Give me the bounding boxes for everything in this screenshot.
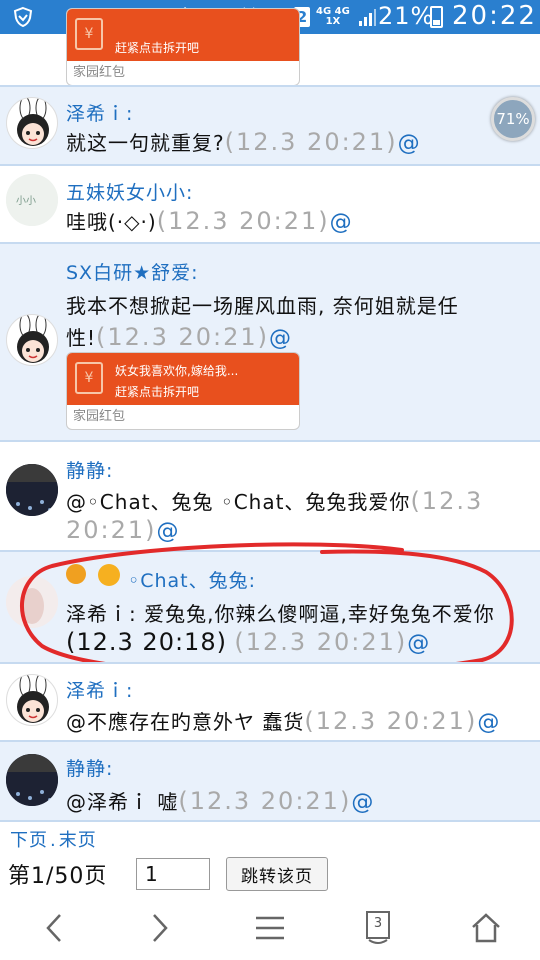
battery-icon [430, 6, 443, 28]
username[interactable]: 泽希ｉ: [66, 99, 133, 126]
post-body: 性!(12.3 20:21)@ [66, 322, 292, 351]
post-body-line2: 20:21)@ [66, 516, 180, 544]
network-type-label: 4G 4G 1X [316, 7, 350, 27]
post-body: @◦Chat、兔兔 ◦Chat、兔兔我爱你(12.3 [66, 486, 483, 515]
page-number-input[interactable] [136, 858, 210, 890]
forward-icon[interactable] [140, 908, 180, 948]
reply-at-link[interactable]: @ [330, 210, 353, 235]
post-body: (12.3 20:18) (12.3 20:21)@ [66, 628, 430, 656]
timestamp: (12.3 20:21) [224, 128, 398, 156]
reply-at-link[interactable]: @ [351, 790, 374, 815]
post-item: 静静: @◦Chat、兔兔 ◦Chat、兔兔我爱你(12.3 20:21)@ [0, 442, 540, 550]
timestamp-part1: (12.3 [410, 487, 484, 515]
red-packet-icon: ¥ [75, 362, 103, 394]
avatar[interactable]: 小小 [6, 174, 58, 226]
red-packet-footer: 家园红包 [73, 409, 126, 424]
username[interactable]: 静静: [66, 754, 113, 781]
red-packet[interactable]: ¥ 赶紧点击拆开吧 家园红包 [66, 8, 300, 86]
timestamp: (12.3 20:21) [178, 787, 352, 815]
username[interactable]: SX白研★舒爱: [66, 258, 199, 285]
quoted-time: (12.3 20:18) [66, 628, 227, 656]
red-packet-footer: 家园红包 [73, 65, 126, 80]
avatar[interactable] [6, 674, 58, 726]
battery-percent: 21% [378, 2, 435, 30]
red-packet-line1: 妖女我喜欢你,嫁给我... [115, 364, 239, 378]
username[interactable]: 五妹妖女小小: [66, 178, 193, 205]
jump-to-page-button[interactable]: 跳转该页 [226, 857, 328, 891]
avatar[interactable] [6, 576, 58, 628]
username[interactable]: 泽希ｉ: [66, 676, 133, 703]
red-packet-line2: 赶紧点击拆开吧 [115, 41, 200, 55]
timestamp: (12.3 20:21) [156, 207, 330, 235]
shield-icon [12, 6, 34, 28]
home-icon[interactable] [466, 908, 506, 948]
floating-progress-badge[interactable]: 71% [491, 97, 535, 141]
vip-badge-icon [98, 564, 120, 586]
network-type-bottom: 1X [325, 16, 341, 27]
post-text-line1: @◦Chat、兔兔 ◦Chat、兔兔我爱你 [66, 490, 411, 514]
post-text-line1: 我本不想掀起一场腥风血雨, 奈何姐就是任 [66, 294, 459, 318]
post-partial: ¥ 赶紧点击拆开吧 家园红包 [0, 8, 540, 86]
post-body: 哇哦(·◇·)(12.3 20:21)@ [66, 206, 353, 235]
back-icon[interactable] [34, 908, 74, 948]
post-text-line1: 泽希ｉ: 爱兔兔,你辣么傻啊逼,幸好兔兔不爱你 [66, 602, 495, 626]
username[interactable]: 静静: [66, 456, 113, 483]
tabs-icon[interactable]: 3 [358, 908, 398, 948]
next-page-link[interactable]: 下页 [10, 830, 48, 851]
avatar[interactable] [6, 464, 58, 516]
post-text-line2: 性! [66, 326, 97, 350]
red-packet-icon: ¥ [75, 18, 103, 50]
reply-at-link[interactable]: @ [398, 131, 421, 156]
red-packet-line2: 赶紧点击拆开吧 [115, 385, 200, 399]
reply-at-link[interactable]: @ [157, 519, 180, 544]
post-item: 泽希ｉ: @不應存在旳意外ヤ 蠢货(12.3 20:21)@ [0, 664, 540, 740]
post-body: @泽希ｉ 嘘(12.3 20:21)@ [66, 786, 374, 815]
reply-at-link[interactable]: @ [477, 710, 500, 735]
post-item: SX白研★舒爱: 我本不想掀起一场腥风血雨, 奈何姐就是任 性!(12.3 20… [0, 244, 540, 440]
browser-nav-bar: 3 [0, 898, 540, 960]
signal-icon [356, 6, 378, 28]
post-item: 小小 五妹妖女小小: 哇哦(·◇·)(12.3 20:21)@ [0, 166, 540, 242]
avatar[interactable] [6, 97, 58, 149]
red-packet[interactable]: ¥ 妖女我喜欢你,嫁给我... 赶紧点击拆开吧 家园红包 [66, 352, 300, 430]
post-text: 就这一句就重复? [66, 131, 225, 155]
pager-separator: . [50, 830, 57, 851]
avatar[interactable] [6, 314, 58, 366]
last-page-link[interactable]: 末页 [59, 830, 97, 851]
post-text: @泽希ｉ 嘘 [66, 790, 179, 814]
timestamp: (12.3 20:21) [304, 707, 478, 735]
timestamp-part2: 20:21) [66, 516, 157, 544]
post-body: 就这一句就重复?(12.3 20:21)@ [66, 127, 421, 156]
pager-links: 下页. 末页 [10, 826, 99, 852]
menu-icon[interactable] [250, 908, 290, 948]
timestamp: (12.3 20:21) [234, 628, 408, 656]
post-text: @不應存在旳意外ヤ 蠢货 [66, 710, 305, 734]
user-badge-icon [66, 564, 86, 584]
post-item: 静静: @泽希ｉ 嘘(12.3 20:21)@ [0, 742, 540, 820]
reply-at-link[interactable]: @ [407, 631, 430, 656]
post-text: 哇哦(·◇·) [66, 210, 157, 234]
username[interactable]: ◦Chat、兔兔: [128, 566, 256, 593]
page-indicator: 第1/50页 [8, 864, 108, 889]
avatar[interactable] [6, 754, 58, 806]
post-body: @不應存在旳意外ヤ 蠢货(12.3 20:21)@ [66, 706, 500, 735]
timestamp: (12.3 20:21) [96, 323, 269, 351]
divider [0, 820, 540, 822]
reply-at-link[interactable]: @ [269, 326, 292, 351]
post-item: ◦Chat、兔兔: 泽希ｉ: 爱兔兔,你辣么傻啊逼,幸好兔兔不爱你 (12.3 … [0, 552, 540, 662]
tabs-count: 3 [373, 916, 383, 931]
post-item: 泽希ｉ: 就这一句就重复?(12.3 20:21)@ [0, 87, 540, 164]
clock: 20:22 [452, 1, 537, 31]
svg-text:小小: 小小 [16, 195, 36, 207]
